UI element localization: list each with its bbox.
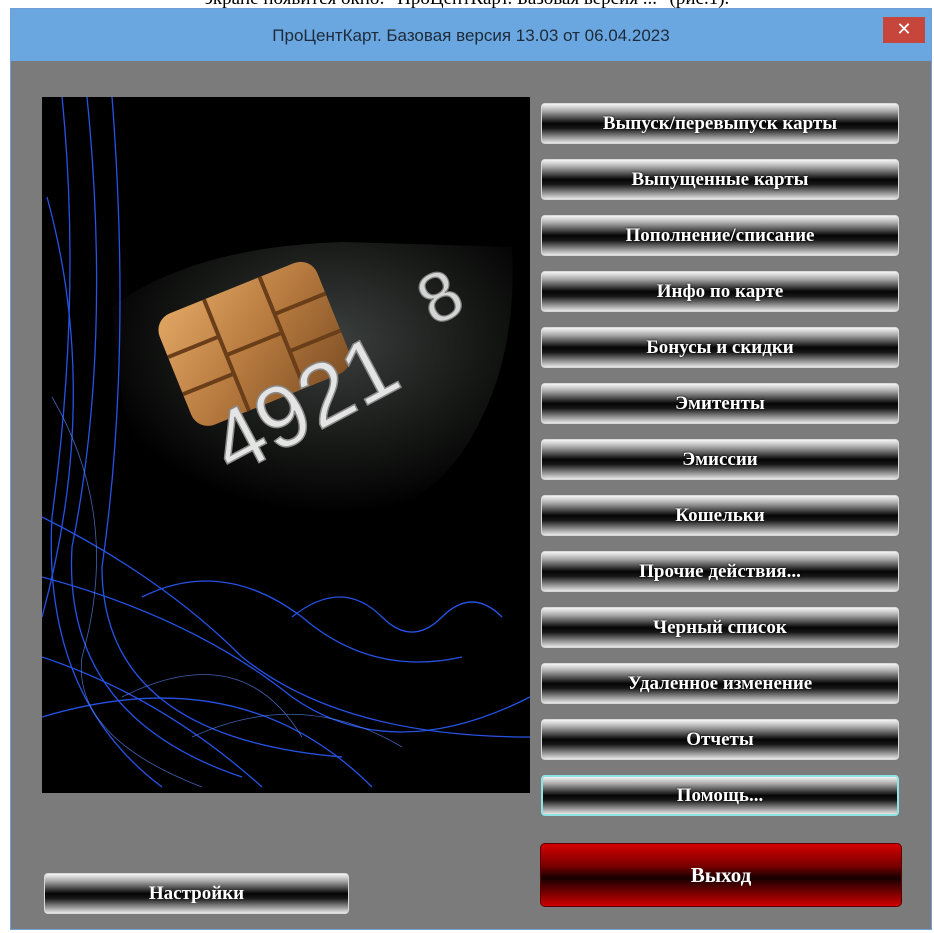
bonuses-discounts-button[interactable]: Бонусы и скидки bbox=[541, 327, 899, 368]
exit-button[interactable]: Выход bbox=[540, 843, 902, 907]
issuers-button[interactable]: Эмитенты bbox=[541, 383, 899, 424]
card-info-button[interactable]: Инфо по карте bbox=[541, 271, 899, 312]
issued-cards-button[interactable]: Выпущенные карты bbox=[541, 159, 899, 200]
topup-withdraw-button[interactable]: Пополнение/списание bbox=[541, 215, 899, 256]
wallets-button[interactable]: Кошельки bbox=[541, 495, 899, 536]
main-panel: 4921 8 Выпуск/перевыпуск карты Выпущенны… bbox=[19, 61, 923, 923]
close-button[interactable]: ✕ bbox=[883, 17, 925, 43]
hero-image: 4921 8 bbox=[42, 97, 530, 793]
document-caption: экране появится окно: "ПроЦентКарт. Базо… bbox=[0, 0, 934, 8]
title-bar[interactable]: ПроЦентКарт. Базовая версия 13.03 от 06.… bbox=[11, 9, 931, 61]
close-icon: ✕ bbox=[896, 19, 912, 40]
help-button[interactable]: Помощь... bbox=[541, 775, 899, 816]
issue-card-button[interactable]: Выпуск/перевыпуск карты bbox=[541, 103, 899, 144]
card-illustration: 4921 8 bbox=[42, 97, 530, 793]
settings-button[interactable]: Настройки bbox=[44, 873, 349, 914]
other-actions-button[interactable]: Прочие действия... bbox=[541, 551, 899, 592]
remote-change-button[interactable]: Удаленное изменение bbox=[541, 663, 899, 704]
app-window: ПроЦентКарт. Базовая версия 13.03 от 06.… bbox=[10, 8, 932, 930]
reports-button[interactable]: Отчеты bbox=[541, 719, 899, 760]
blacklist-button[interactable]: Черный список bbox=[541, 607, 899, 648]
window-title: ПроЦентКарт. Базовая версия 13.03 от 06.… bbox=[272, 26, 670, 45]
emissions-button[interactable]: Эмиссии bbox=[541, 439, 899, 480]
